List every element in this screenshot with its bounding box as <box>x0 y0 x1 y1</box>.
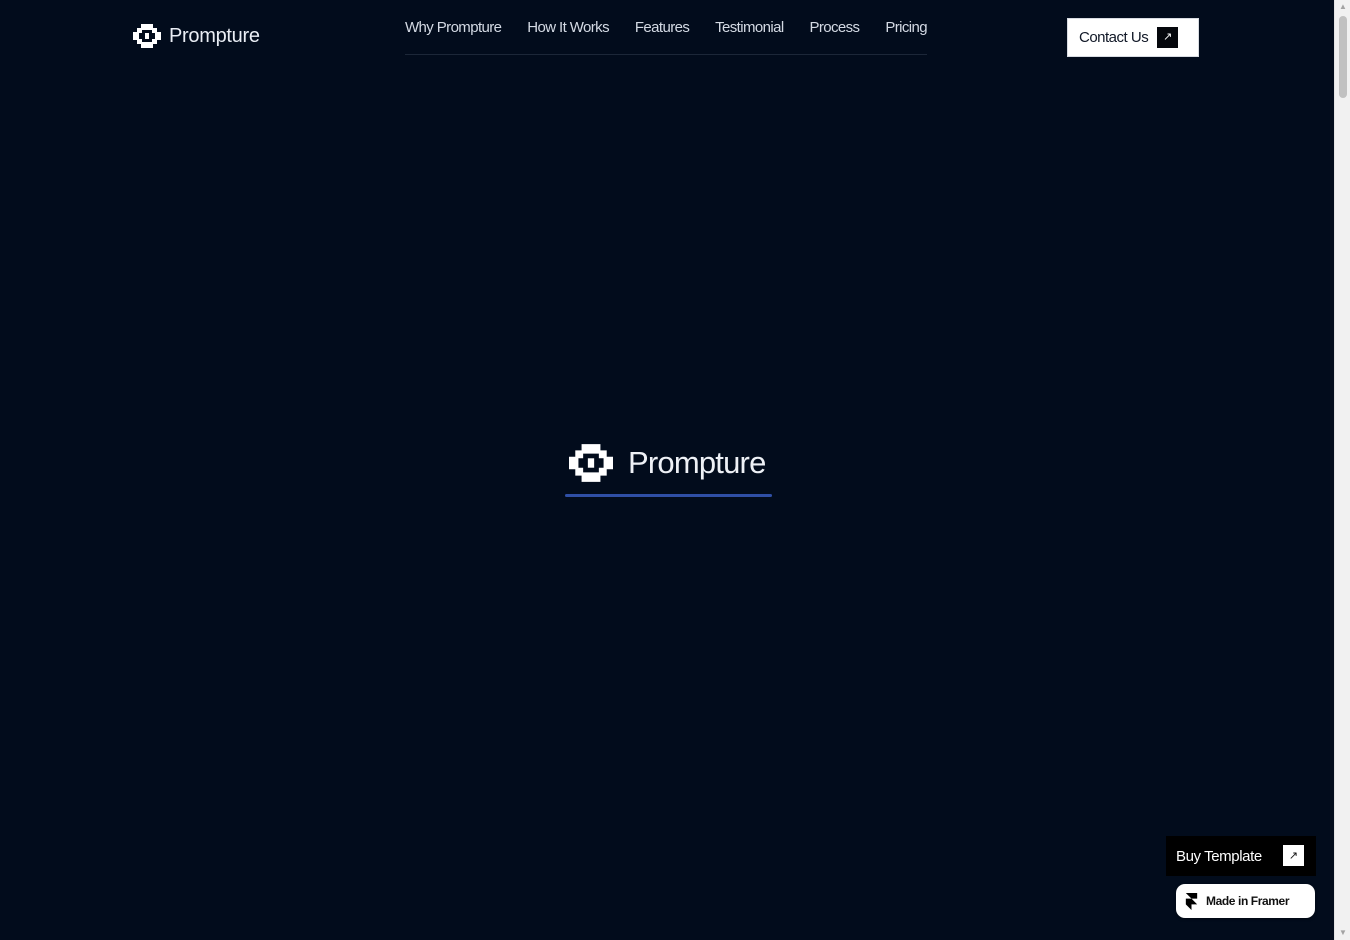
contact-us-label: Contact Us <box>1079 29 1149 46</box>
scroll-down-arrow-icon[interactable]: ▼ <box>1335 926 1350 940</box>
nav-item-how-it-works[interactable]: How It Works <box>527 18 609 38</box>
loader-brand-name: Prompture <box>628 445 766 480</box>
prompture-logo-icon <box>569 444 613 482</box>
arrow-up-right-icon: ↗ <box>1157 27 1179 48</box>
scroll-up-arrow-icon[interactable]: ▲ <box>1335 0 1350 14</box>
buy-template-button[interactable]: Buy Template ↗ <box>1166 836 1316 876</box>
nav-item-why-prompture[interactable]: Why Prompture <box>405 18 502 38</box>
loader-progress-fill <box>565 494 772 497</box>
buy-template-label: Buy Template <box>1176 847 1262 865</box>
vertical-scrollbar[interactable]: ▲ ▼ <box>1334 0 1350 940</box>
loader-logo: Prompture <box>568 441 766 485</box>
nav-item-process[interactable]: Process <box>809 18 860 38</box>
nav-item-pricing[interactable]: Pricing <box>885 18 927 38</box>
arrow-up-right-icon: ↗ <box>1283 845 1304 866</box>
framer-icon <box>1185 892 1198 910</box>
made-in-framer-badge[interactable]: Made in Framer <box>1176 884 1315 918</box>
made-in-framer-label: Made in Framer <box>1206 894 1290 908</box>
website-viewport: Prompture Why Prompture How It Works Fea… <box>0 0 1334 940</box>
prompture-logo-icon <box>133 24 161 48</box>
page: Prompture Why Prompture How It Works Fea… <box>0 0 1350 940</box>
loader-progress-bar <box>565 494 772 497</box>
nav-item-features[interactable]: Features <box>635 18 690 38</box>
nav-item-testimonial[interactable]: Testimonial <box>715 18 784 38</box>
header-logo[interactable]: Prompture <box>133 22 260 50</box>
scrollbar-thumb[interactable] <box>1339 16 1347 98</box>
header-brand-name: Prompture <box>169 24 260 47</box>
contact-us-button[interactable]: Contact Us ↗ <box>1067 18 1199 57</box>
main-nav: Why Prompture How It Works Features Test… <box>405 18 928 55</box>
